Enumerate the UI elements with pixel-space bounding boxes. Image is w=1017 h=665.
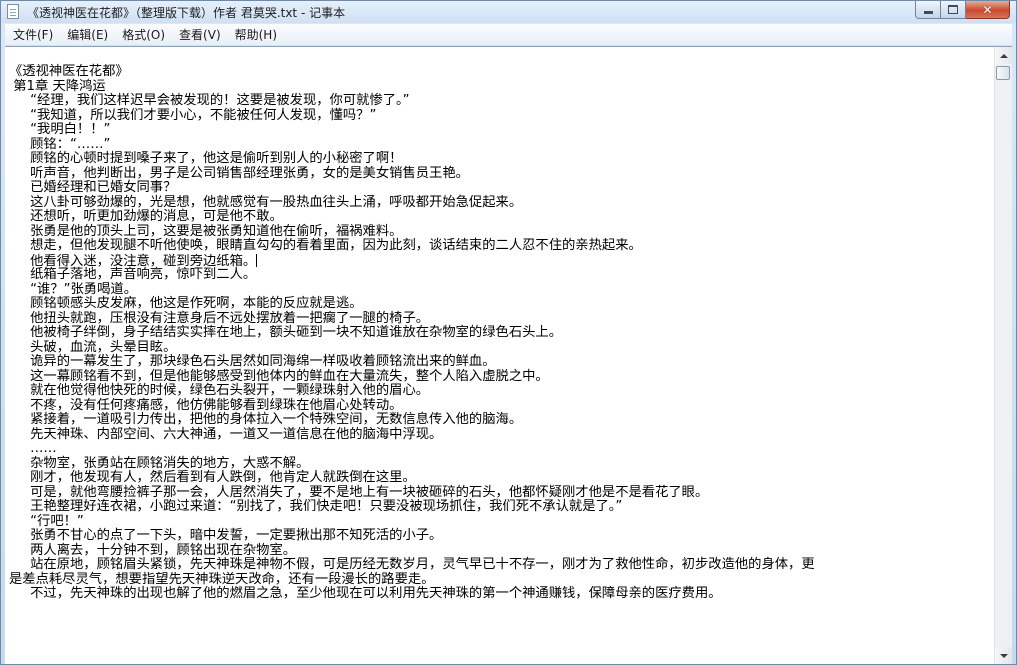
- text-line: 第1章 天降鸿运: [9, 78, 106, 94]
- text-line: 就在他觉得他快死的时候，绿色石头裂开，一颗绿珠射入他的眉心。: [9, 383, 430, 398]
- menu-format[interactable]: 格式(O): [116, 26, 171, 43]
- text-line: 头破，血流，头晕目眩。: [9, 339, 177, 355]
- close-icon: ✕: [982, 2, 993, 17]
- text-line: “行吧！”: [9, 513, 84, 529]
- window-controls: ✕: [915, 1, 1010, 19]
- menu-edit[interactable]: 编辑(E): [61, 26, 114, 43]
- text-line: ……: [9, 441, 57, 456]
- window-title: 《透视神医在花都》（整理版下载）作者 君莫哭.txt - 记事本: [27, 6, 346, 20]
- vertical-scrollbar[interactable]: [994, 47, 1012, 664]
- text-line: 站在原地，顾铭眉头紧锁，先天神珠是神物不假，可是历经无数岁月，灵气早已十不存一，…: [9, 557, 815, 572]
- text-line: 听声音，他判断出，男子是公司销售部经理张勇，女的是美女销售员王艳。: [9, 165, 469, 181]
- arrow-up-icon: [999, 53, 1008, 58]
- text-line: 紧接着，一道吸引力传出，把他的身体拉入一个特殊空间，无数信息传入他的脑海。: [9, 412, 523, 427]
- notepad-icon[interactable]: [7, 4, 19, 19]
- document-text[interactable]: 《透视神医在花都》 第1章 天降鸿运 “经理，我们这样迟早会被发现的！这要是被发…: [5, 47, 995, 664]
- text-line: 他扭头就跑，压根没有注意身后不远处摆放着一把瘸了一腿的椅子。: [9, 310, 430, 326]
- text-line: 想走，但他发现腿不听他使唤，眼睛直勾勾的看着里面，因为此刻，谈话结束的二人忍不住…: [9, 238, 642, 253]
- scroll-thumb[interactable]: [996, 66, 1010, 80]
- text-line: 先天神珠、内部空间、六大神通，一道又一道信息在他的脑海中浮现。: [9, 426, 443, 442]
- text-line: 张勇不甘心的点了一下头，暗中发誓，一定要揪出那不知死活的小子。: [9, 528, 443, 543]
- text-line: “经理，我们这样迟早会被发现的！这要是被发现，你可就惨了。”: [9, 93, 410, 108]
- title-bar[interactable]: 《透视神医在花都》（整理版下载）作者 君莫哭.txt - 记事本 ✕: [1, 1, 1016, 23]
- text-line: 不过，先天神珠的出现也解了他的燃眉之急，至少他现在可以利用先天神珠的第一个神通赚…: [9, 586, 722, 601]
- text-line: 纸箱子落地，声音响亮，惊吓到二人。: [9, 267, 257, 282]
- text-line: 他看得入迷，没注意，碰到旁边纸箱。: [9, 253, 258, 269]
- text-line: 已婚经理和已婚女同事？: [9, 180, 177, 195]
- text-line: 顾铭顿感头皮发麻，他这是作死啊，本能的反应就是逃。: [9, 296, 363, 311]
- text-line: 顾铭：“……”: [9, 136, 111, 152]
- text-line: 这八卦可够劲爆的，光是想，他就感觉有一股热血往头上涌，呼吸都开始急促起来。: [9, 194, 523, 210]
- maximize-button[interactable]: [941, 1, 966, 19]
- minimize-button[interactable]: [915, 1, 941, 19]
- text-line: 王艳整理好连衣裙，小跑过来道：“别找了，我们快走吧！只要没被现场抓住，我们死不承…: [9, 499, 623, 514]
- text-line: 这一幕顾铭看不到，但是他能够感受到他体内的鲜血在大量流失，整个人陷入虚脱之中。: [9, 368, 549, 384]
- close-button[interactable]: ✕: [966, 1, 1010, 19]
- text-line: 顾铭的心顿时提到嗓子来了，他这是偷听到别人的小秘密了啊！: [9, 151, 403, 166]
- maximize-icon: [948, 5, 958, 14]
- text-line: 他被椅子绊倒，身子结结实实摔在地上，额头砸到一块不知道谁放在杂物室的绿色石头上。: [9, 325, 563, 340]
- text-line: 张勇是他的顶头上司，这要是被张勇知道他在偷听，福祸难料。: [9, 223, 403, 239]
- text-editor[interactable]: 《透视神医在花都》 第1章 天降鸿运 “经理，我们这样迟早会被发现的！这要是被发…: [5, 46, 1012, 664]
- text-line: 不疼，没有任何疼痛感，他仿佛能够看到绿珠在他眉心处转动。: [9, 397, 403, 413]
- menu-help[interactable]: 帮助(H): [229, 26, 283, 43]
- menu-file[interactable]: 文件(F): [7, 26, 59, 43]
- text-line: 诡异的一幕发生了，那块绿色石头居然如同海绵一样吸收着顾铭流出来的鲜血。: [9, 354, 496, 369]
- minimize-icon: [923, 11, 933, 14]
- notepad-window: 《透视神医在花都》（整理版下载）作者 君莫哭.txt - 记事本 ✕ 文件(F)…: [0, 0, 1017, 665]
- menu-view[interactable]: 查看(V): [173, 26, 227, 43]
- text-line: “谁？”张勇喝道。: [9, 281, 137, 297]
- arrow-down-icon: [999, 653, 1008, 658]
- text-line: “我明白！！”: [9, 122, 111, 137]
- text-line: 《透视神医在花都》: [9, 64, 129, 79]
- text-caret: [256, 253, 258, 267]
- text-line: 刚才，他发现有人，然后看到有人跌倒，他肯定人就跌倒在这里。: [9, 470, 416, 485]
- scroll-down-button[interactable]: [995, 647, 1012, 664]
- text-line: 杂物室，张勇站在顾铭消失的地方，大惑不解。: [9, 455, 310, 471]
- menu-bar: 文件(F) 编辑(E) 格式(O) 查看(V) 帮助(H): [5, 24, 1012, 46]
- scroll-up-button[interactable]: [995, 47, 1012, 64]
- text-line: 两人离去，十分钟不到，顾铭出现在杂物室。: [9, 542, 297, 558]
- text-line: 是差点耗尽灵气，想要指望先天神珠逆天改命，还有一段漫长的路要走。: [9, 571, 435, 587]
- text-line: 可是，就他弯腰捡裤子那一会，人居然消失了，要不是地上有一块被砸碎的石头，他都怀疑…: [9, 484, 709, 500]
- text-line: 还想听，听更加劲爆的消息，可是他不敢。: [9, 209, 283, 224]
- text-line: “我知道，所以我们才要小心，不能被任何人发现，懂吗？”: [9, 107, 377, 123]
